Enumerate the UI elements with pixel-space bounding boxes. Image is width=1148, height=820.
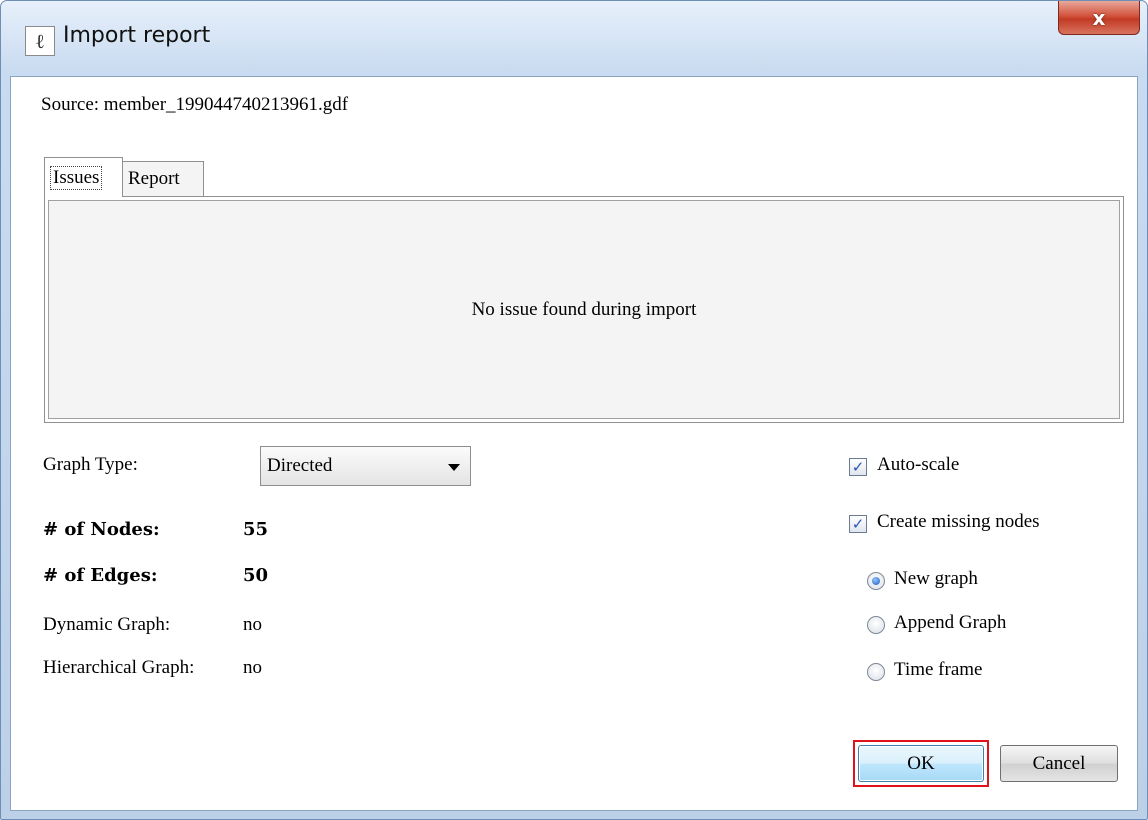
graph-type-label: Graph Type: xyxy=(43,454,138,475)
issues-panel: No issue found during import xyxy=(44,196,1124,423)
radio-append-graph-label[interactable]: Append Graph xyxy=(894,612,1006,634)
graph-type-select[interactable]: Directed xyxy=(260,446,471,486)
dynamic-graph-label: Dynamic Graph: xyxy=(43,614,171,635)
window-title: Import report xyxy=(63,23,211,48)
nodes-value: 55 xyxy=(243,519,269,540)
checkmark-icon: ✓ xyxy=(851,515,865,533)
checkmark-icon: ✓ xyxy=(851,458,865,476)
issues-message: No issue found during import xyxy=(471,298,697,320)
dialog-content: Source: member_199044740213961.gdf Issue… xyxy=(10,76,1138,811)
source-label: Source: xyxy=(41,94,100,115)
auto-scale-label[interactable]: Auto-scale xyxy=(877,454,959,476)
tab-report-label: Report xyxy=(128,168,180,189)
radio-time-frame-label[interactable]: Time frame xyxy=(894,659,982,681)
graph-type-value: Directed xyxy=(267,455,333,476)
close-icon: x xyxy=(1092,5,1106,30)
tab-report[interactable]: Report xyxy=(122,161,204,196)
tab-issues-label: Issues xyxy=(50,165,103,190)
hierarchical-graph-label: Hierarchical Graph: xyxy=(43,657,195,678)
radio-append-graph[interactable] xyxy=(867,616,885,634)
source-file: member_199044740213961.gdf xyxy=(103,94,349,115)
app-logo-icon: ℓ xyxy=(25,26,55,56)
import-report-dialog: ℓ Import report x Source: member_1990447… xyxy=(0,0,1148,820)
cancel-button-label: Cancel xyxy=(1032,752,1086,774)
radio-new-graph[interactable] xyxy=(867,572,885,590)
tab-issues[interactable]: Issues xyxy=(44,157,123,197)
nodes-label: # of Nodes: xyxy=(43,519,160,540)
auto-scale-checkbox[interactable]: ✓ xyxy=(849,458,867,476)
cancel-button[interactable]: Cancel xyxy=(1000,745,1118,782)
radio-new-graph-label[interactable]: New graph xyxy=(894,568,978,590)
hierarchical-graph-value: no xyxy=(243,657,262,678)
chevron-down-icon xyxy=(448,464,460,471)
close-button[interactable]: x xyxy=(1058,1,1140,35)
title-bar[interactable]: ℓ Import report x xyxy=(1,1,1147,76)
issues-list: No issue found during import xyxy=(48,200,1120,419)
create-missing-nodes-checkbox[interactable]: ✓ xyxy=(849,515,867,533)
create-missing-nodes-label[interactable]: Create missing nodes xyxy=(877,511,1040,533)
dynamic-graph-value: no xyxy=(243,614,262,635)
ok-button-label: OK xyxy=(907,752,935,774)
source-line: Source: member_199044740213961.gdf xyxy=(41,94,348,116)
ok-button[interactable]: OK xyxy=(858,745,984,782)
edges-label: # of Edges: xyxy=(43,565,158,586)
radio-time-frame[interactable] xyxy=(867,663,885,681)
edges-value: 50 xyxy=(243,565,269,586)
